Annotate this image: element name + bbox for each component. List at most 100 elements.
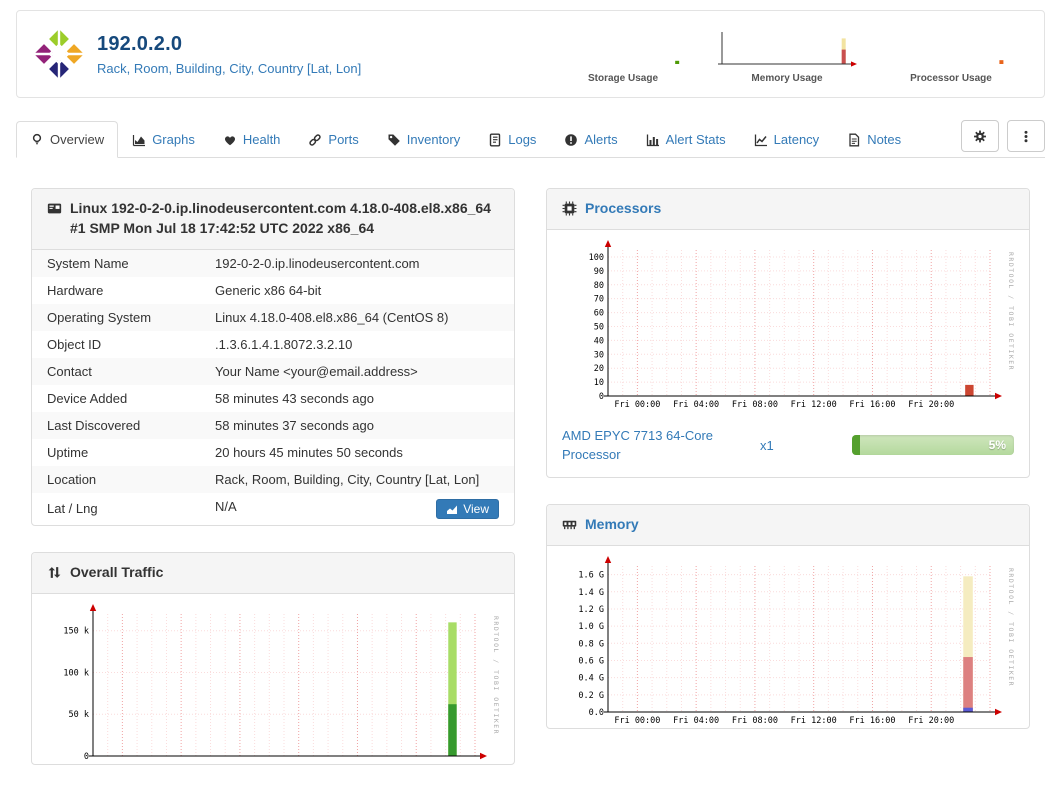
device-info-panel: Linux 192-0-2-0.ip.linodeusercontent.com…: [31, 188, 515, 526]
svg-text:70: 70: [594, 295, 604, 305]
mini-graph-label: Processor Usage: [910, 73, 992, 84]
tab-health[interactable]: Health: [209, 121, 295, 158]
svg-text:50: 50: [594, 322, 604, 332]
svg-text:Fri 20:00: Fri 20:00: [908, 716, 954, 726]
cpu-count-link[interactable]: x1: [742, 438, 852, 453]
device-row-object-id: Object ID .1.3.6.1.4.1.8072.3.2.10: [32, 331, 514, 358]
memory-heading[interactable]: Memory: [547, 504, 1029, 546]
svg-text:Fri 12:00: Fri 12:00: [791, 400, 837, 410]
svg-text:150 k: 150 k: [63, 626, 89, 636]
tab-notes[interactable]: Notes: [833, 121, 915, 158]
svg-text:RRDTOOL / TOBI OETIKER: RRDTOOL / TOBI OETIKER: [1007, 252, 1014, 371]
tab-latency[interactable]: Latency: [740, 121, 834, 158]
memory-panel: Memory 0.0 0.2 G 0.4 G 0.6 G 0.8 G 1.0 G 1.2 G…: [546, 503, 1030, 729]
overall-traffic-title: Overall Traffic: [70, 563, 164, 580]
link-icon: [308, 133, 322, 147]
processors-graph[interactable]: 0 10 20 30 40 50 60 70 80 90 100 Fri 00:00 Fri 04:00…: [562, 239, 1015, 412]
tab-label: Latency: [773, 132, 820, 147]
view-location-button[interactable]: View: [436, 498, 499, 519]
tab-alert-stats[interactable]: Alert Stats: [632, 121, 740, 158]
centos-logo-icon: [34, 29, 84, 79]
svg-text:1.6 G: 1.6 G: [578, 570, 604, 580]
attr-label: Lat / Lng: [47, 501, 98, 517]
processors-panel: Processors 0 10 20 30 40 50 60 70 80 90 100 Fri 00:…: [546, 188, 1030, 478]
svg-text:RRDTOOL / TOBI OETIKER: RRDTOOL / TOBI OETIKER: [492, 616, 499, 735]
mini-graph-label: Memory Usage: [751, 73, 823, 84]
attr-value: 58 minutes 43 seconds ago: [215, 390, 374, 406]
tab-overview[interactable]: Overview: [16, 121, 119, 158]
svg-text:1.0 G: 1.0 G: [578, 622, 604, 632]
device-attributes-table: System Name 192-0-2-0.ip.linodeuserconten…: [32, 249, 514, 525]
device-location-link[interactable]: Rack, Room, Building, City, Country [Lat…: [97, 61, 361, 76]
tags-icon: [387, 133, 401, 147]
attr-label: Object ID: [47, 336, 102, 352]
device-tabs: Overview Graphs Health Ports Inventory Logs Al…: [16, 120, 1045, 158]
tab-label: Notes: [867, 132, 902, 147]
mini-graph-memory[interactable]: Memory Usage: [712, 24, 862, 84]
chart-icon: [446, 503, 458, 515]
svg-text:1.4 G: 1.4 G: [578, 588, 604, 598]
svg-text:Fri 16:00: Fri 16:00: [849, 400, 895, 410]
svg-text:20: 20: [594, 364, 604, 374]
gear-icon: [973, 129, 987, 144]
svg-text:1.2 G: 1.2 G: [578, 605, 604, 615]
tab-logs[interactable]: Logs: [474, 121, 550, 158]
tab-label: Ports: [328, 132, 359, 147]
svg-text:0.4 G: 0.4 G: [578, 673, 604, 683]
svg-text:30: 30: [594, 350, 604, 360]
file-text-icon: [847, 133, 861, 147]
mini-graph-processor[interactable]: Processor Usage: [876, 24, 1026, 84]
attr-value: Your Name <your@email.address>: [215, 363, 418, 379]
mini-graph-storage[interactable]: Storage Usage: [548, 24, 698, 84]
tab-inventory[interactable]: Inventory: [373, 121, 474, 158]
cpu-name-link[interactable]: AMD EPYC 7713 64-Core Processor: [562, 426, 742, 465]
left-column: Linux 192-0-2-0.ip.linodeusercontent.com…: [31, 188, 515, 791]
device-row-lat-lng: Lat / Lng N/A View: [32, 493, 514, 525]
svg-text:Fri 20:00: Fri 20:00: [908, 400, 954, 410]
attr-value: Rack, Room, Building, City, Country [Lat…: [215, 471, 480, 487]
processor-icon: [562, 201, 577, 216]
tab-label: Graphs: [152, 132, 195, 147]
svg-text:0: 0: [599, 392, 604, 402]
tab-label: Overview: [50, 132, 105, 147]
device-settings-button[interactable]: [961, 120, 999, 152]
tab-graphs[interactable]: Graphs: [118, 121, 209, 158]
alert-circle-icon: [564, 133, 578, 147]
attr-label: Last Discovered: [47, 417, 141, 433]
more-options-button[interactable]: [1007, 120, 1045, 152]
svg-text:Fri 04:00: Fri 04:00: [673, 716, 719, 726]
traffic-icon: [47, 565, 62, 580]
svg-text:Fri 16:00: Fri 16:00: [849, 716, 895, 726]
attr-label: Device Added: [47, 390, 128, 406]
device-title: 192.0.2.0: [97, 32, 183, 55]
processors-heading[interactable]: Processors: [547, 189, 1029, 230]
device-row-system-name: System Name 192-0-2-0.ip.linodeuserconten…: [32, 249, 514, 277]
tab-label: Alerts: [584, 132, 618, 147]
device-info-heading: Linux 192-0-2-0.ip.linodeusercontent.com…: [32, 189, 514, 250]
overview-content: Linux 192-0-2-0.ip.linodeusercontent.com…: [0, 158, 1061, 791]
memory-usage-sparkline: [712, 24, 862, 72]
svg-text:RRDTOOL / TOBI OETIKER: RRDTOOL / TOBI OETIKER: [1007, 568, 1014, 687]
memory-graph[interactable]: 0.0 0.2 G 0.4 G 0.6 G 0.8 G 1.0 G 1.2 G 1.4 G 1.…: [562, 555, 1015, 728]
attr-label: Location: [47, 471, 97, 487]
svg-text:40: 40: [594, 336, 604, 346]
right-column: Processors 0 10 20 30 40 50 60 70 80 90 100 Fri 00:…: [546, 188, 1030, 791]
device-row-contact: Contact Your Name <your@email.address>: [32, 357, 514, 385]
tab-alerts[interactable]: Alerts: [550, 121, 631, 158]
attr-value: N/A View: [200, 493, 514, 525]
processors-title: Processors: [585, 200, 662, 216]
tab-ports[interactable]: Ports: [294, 121, 372, 158]
overall-traffic-graph[interactable]: 0 50 k 100 k 150 k RRDTOOL / TOBI OETIKER: [47, 603, 500, 764]
svg-text:Fri 04:00: Fri 04:00: [673, 400, 719, 410]
device-row-device-added: Device Added 58 minutes 43 seconds ago: [32, 385, 514, 412]
attr-value: Generic x86 64-bit: [215, 282, 322, 298]
memory-icon: [562, 517, 577, 532]
attr-value: 20 hours 45 minutes 50 seconds: [215, 444, 403, 460]
attr-value: 192-0-2-0.ip.linodeusercontent.com: [215, 255, 420, 271]
processor-row: AMD EPYC 7713 64-Core Processor x1 5%: [547, 418, 1029, 477]
device-header: 192.0.2.0 Rack, Room, Building, City, Co…: [16, 10, 1045, 98]
tab-label: Alert Stats: [665, 132, 726, 147]
svg-text:Fri 08:00: Fri 08:00: [732, 400, 778, 410]
overall-traffic-heading: Overall Traffic: [32, 552, 514, 594]
attr-label: Operating System: [47, 309, 152, 325]
